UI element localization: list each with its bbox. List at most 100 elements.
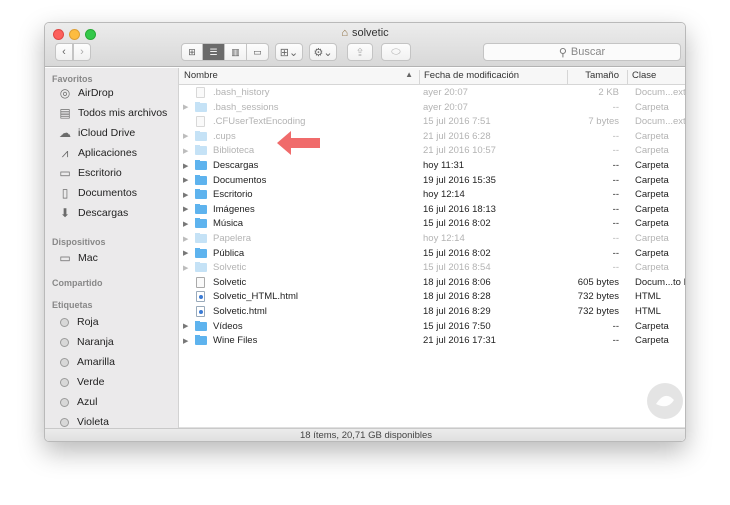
disclosure-triangle-icon[interactable]: ▶ [183,191,195,199]
file-kind: Carpeta [635,233,669,244]
sidebar-item-airdrop[interactable]: ◎ AirDrop [57,85,114,101]
disclosure-triangle-icon[interactable]: ▶ [183,235,195,243]
file-kind: Docum...to RTF [635,276,685,288]
file-row[interactable]: ▶ Imágenes 16 jul 2016 18:13 -- Carpeta [179,203,685,218]
folder-icon [195,335,207,346]
action-gear-button[interactable]: ⚙⌄ [309,43,337,61]
folder-icon [195,203,207,214]
file-date: 18 jul 2016 8:06 [423,276,491,288]
sidebar-item-documents[interactable]: ▯ Documentos [57,185,137,201]
folder-icon [195,247,207,258]
sidebar-tag-0[interactable]: Roja [57,314,99,330]
file-row[interactable]: ▶ .cups 21 jul 2016 6:28 -- Carpeta [179,130,685,145]
sidebar-item-downloads[interactable]: ⬇ Descargas [57,205,128,221]
column-size-header[interactable]: Tamaño [567,70,627,84]
file-size: 2 KB [598,87,619,98]
disclosure-triangle-icon[interactable]: ▶ [183,337,195,345]
file-kind: HTML [635,291,661,303]
file-row[interactable]: Solvetic.html 18 jul 2016 8:29 732 bytes… [179,305,685,320]
finder-window: ⌂ solvetic ‹ › ⊞ ☰ ▥ ▭ ⊞⌄ ⚙⌄ ⇪ ⬭ ⚲ Buscar… [44,22,686,442]
file-date: 21 jul 2016 17:31 [423,335,496,347]
icon-view-button[interactable]: ⊞ [181,43,203,61]
sidebar-item-label: AirDrop [78,87,114,99]
sidebar-item-all-files[interactable]: ▤ Todos mis archivos [57,105,167,121]
tag-button[interactable]: ⬭ [381,43,411,61]
disclosure-triangle-icon[interactable]: ▶ [183,147,195,155]
file-date: 21 jul 2016 10:57 [423,145,496,157]
sidebar-item-mac[interactable]: ▭ Mac [57,250,98,266]
disclosure-triangle-icon[interactable]: ▶ [183,162,195,170]
tag-color-icon [60,357,69,367]
file-row[interactable]: ▶ Papelera hoy 12:14 -- Carpeta [179,232,685,247]
file-row[interactable]: ▶ Música 15 jul 2016 8:02 -- Carpeta [179,217,685,232]
folder-icon [195,262,207,273]
file-size: -- [612,247,619,259]
column-kind-header[interactable]: Clase [627,70,685,84]
folder-icon [195,101,207,112]
disclosure-triangle-icon[interactable]: ▶ [183,103,195,111]
file-name-cell: ▶ Vídeos [183,320,419,332]
folder-icon [195,130,207,141]
file-row[interactable]: ▶ Descargas hoy 11:31 -- Carpeta [179,159,685,174]
downloads-icon: ⬇ [59,206,71,220]
column-header: Nombre ▲ Fecha de modificación Tamaño Cl… [179,68,685,85]
file-row[interactable]: Solvetic_HTML.html 18 jul 2016 8:28 732 … [179,290,685,305]
disclosure-triangle-icon[interactable]: ▶ [183,176,195,184]
file-date: 19 jul 2016 15:35 [423,174,496,186]
sidebar-tag-label: Naranja [77,336,114,348]
column-date-header[interactable]: Fecha de modificación [419,70,567,84]
file-name-cell: Solvetic [183,276,419,288]
folder-icon [195,160,207,170]
sidebar-tag-label: Azul [77,396,98,408]
column-name-label: Nombre [184,70,218,81]
file-row[interactable]: Solvetic 18 jul 2016 8:06 605 bytes Docu… [179,276,685,291]
file-name: Wine Files [213,335,258,347]
file-row[interactable]: ▶ Vídeos 15 jul 2016 7:50 -- Carpeta [179,320,685,335]
column-view-button[interactable]: ▥ [225,43,247,61]
file-row[interactable]: ▶ .bash_sessions ayer 20:07 -- Carpeta [179,101,685,116]
disclosure-triangle-icon[interactable]: ▶ [183,132,195,140]
file-date: 18 jul 2016 8:28 [423,291,491,303]
file-row[interactable]: .CFUserTextEncoding 15 jul 2016 7:51 7 b… [179,115,685,130]
sidebar-item-applications[interactable]: ⩘ Aplicaciones [57,145,137,161]
sidebar-tag-2[interactable]: Amarilla [57,354,115,370]
applications-icon: ⩘ [61,145,69,160]
column-name-header[interactable]: Nombre ▲ [179,70,419,84]
file-name-cell: ▶ Imágenes [183,203,419,215]
coverflow-view-button[interactable]: ▭ [247,43,269,61]
file-row[interactable]: ▶ Pública 15 jul 2016 8:02 -- Carpeta [179,247,685,262]
file-row[interactable]: ▶ Escritorio hoy 12:14 -- Carpeta [179,188,685,203]
sidebar-header-tags: Etiquetas [52,300,93,310]
disclosure-triangle-icon[interactable]: ▶ [183,220,195,228]
list-view-button[interactable]: ☰ [203,43,225,61]
disclosure-triangle-icon[interactable]: ▶ [183,205,195,213]
file-date: 21 jul 2016 6:28 [423,130,491,142]
file-row[interactable]: ▶ Solvetic 15 jul 2016 8:54 -- Carpeta [179,261,685,276]
disclosure-triangle-icon[interactable]: ▶ [183,264,195,272]
file-size: -- [612,320,619,332]
share-button[interactable]: ⇪ [347,43,373,61]
sidebar-tag-4[interactable]: Azul [57,394,97,410]
back-button[interactable]: ‹ [55,43,73,61]
arrange-button[interactable]: ⊞⌄ [275,43,303,61]
status-bar: 18 ítems, 20,71 GB disponibles [45,428,685,441]
file-name: Papelera [213,233,252,244]
search-field[interactable]: ⚲ Buscar [483,43,681,61]
sidebar-item-desktop[interactable]: ▭ Escritorio [57,165,121,181]
file-row[interactable]: ▶ Biblioteca 21 jul 2016 10:57 -- Carpet… [179,144,685,159]
desktop-icon: ▭ [59,166,71,180]
file-row[interactable]: ▶ Documentos 19 jul 2016 15:35 -- Carpet… [179,174,685,189]
file-size: 605 bytes [577,276,619,288]
file-row[interactable]: ▶ Wine Files 21 jul 2016 17:31 -- Carpet… [179,334,685,349]
sidebar-item-cloud[interactable]: ☁ iCloud Drive [57,125,135,141]
file-kind: Carpeta [635,101,669,113]
home-icon: ⌂ [341,27,348,39]
file-row[interactable]: .bash_history ayer 20:07 2 KB Docum...ex… [179,86,685,101]
forward-button[interactable]: › [73,43,91,61]
sidebar-tag-1[interactable]: Naranja [57,334,114,350]
sidebar-tag-3[interactable]: Verde [57,374,104,390]
disclosure-triangle-icon[interactable]: ▶ [183,249,195,257]
sidebar-item-label: iCloud Drive [78,127,136,139]
tag-color-icon [60,397,69,407]
disclosure-triangle-icon[interactable]: ▶ [183,322,195,330]
